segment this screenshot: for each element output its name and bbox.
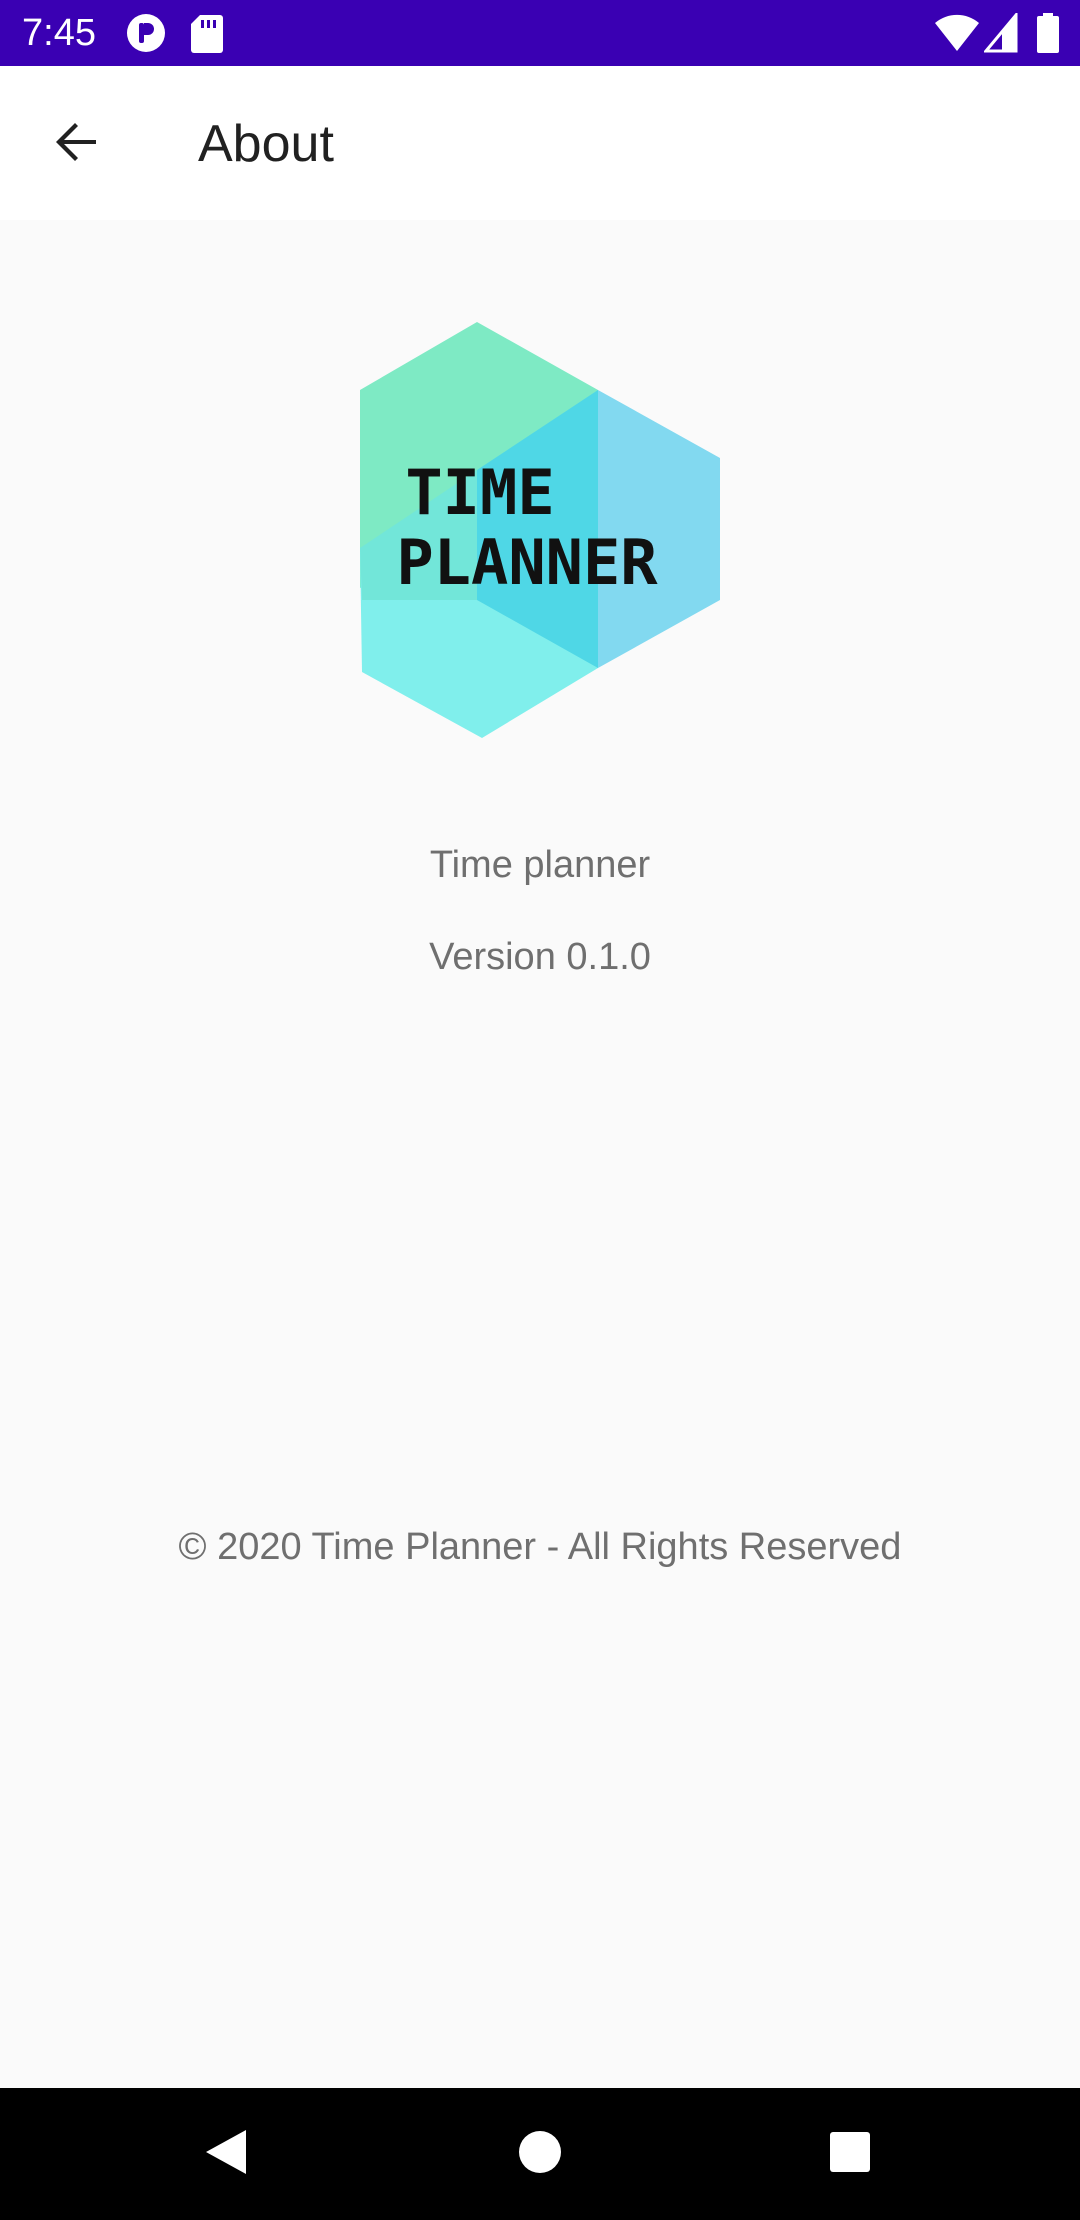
wifi-icon [934, 13, 980, 58]
status-time: 7:45 [22, 12, 96, 54]
nav-recents-icon [829, 2131, 871, 2178]
app-logo: TIME PLANNER [320, 310, 740, 750]
nav-home-button[interactable] [500, 2114, 580, 2194]
status-bar: 7:45 [0, 0, 1080, 66]
sd-card-icon [190, 13, 224, 58]
signal-icon [982, 10, 1018, 58]
app-name-text: Time planner [429, 844, 651, 886]
nav-home-icon [518, 2130, 562, 2179]
notification-p-icon [126, 13, 166, 58]
app-toolbar: About [0, 66, 1080, 220]
app-version-text: Version 0.1.0 [429, 936, 651, 978]
copyright-text: © 2020 Time Planner - All Rights Reserve… [178, 1526, 902, 1568]
nav-back-button[interactable] [186, 2114, 266, 2194]
back-button[interactable] [28, 96, 124, 192]
battery-icon [1036, 13, 1060, 58]
system-nav-bar [0, 2088, 1080, 2220]
nav-recents-button[interactable] [810, 2114, 890, 2194]
arrow-back-icon [52, 118, 100, 171]
logo-text-line2: PLANNER [396, 526, 658, 599]
about-screen: 7:45 About TIME PLANNER Time planner Ver… [0, 0, 1080, 2220]
nav-back-icon [204, 2128, 248, 2181]
logo-text-line1: TIME [405, 456, 554, 529]
page-title: About [198, 115, 334, 173]
